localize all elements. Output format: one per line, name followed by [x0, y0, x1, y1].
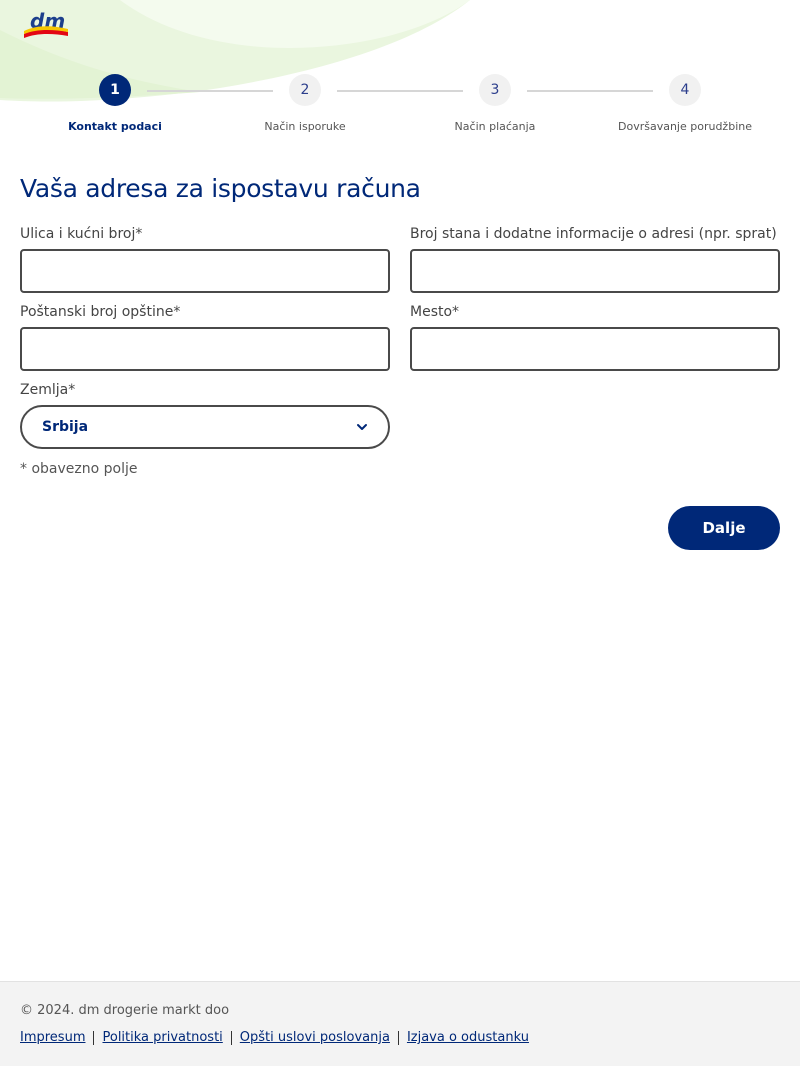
city-label: Mesto* — [410, 304, 460, 320]
link-separator — [397, 1030, 399, 1045]
country-selected-value: Srbija — [42, 419, 89, 435]
step-contact[interactable]: 1 Kontakt podaci — [25, 74, 205, 133]
footer-link-impressum[interactable]: Impresum — [20, 1030, 85, 1045]
country-label: Zemlja* — [20, 382, 76, 398]
checkout-page: dm 1 Kontakt podaci 2 Način isporuke 3 N… — [0, 0, 800, 1066]
step-number: 2 — [289, 74, 321, 106]
dm-logo[interactable]: dm — [22, 8, 70, 42]
street-label: Ulica i kućni broj* — [20, 226, 143, 242]
city-field-group: Mesto* — [410, 303, 780, 371]
step-payment: 3 Način plaćanja — [405, 74, 585, 133]
required-field-note: * obavezno polje — [20, 461, 138, 477]
apartment-field-group: Broj stana i dodatne informacije o adres… — [410, 225, 780, 293]
step-number: 1 — [99, 74, 131, 106]
step-label: Način plaćanja — [454, 120, 536, 133]
copyright-text: © 2024. dm drogerie markt doo — [20, 1003, 230, 1018]
country-select[interactable]: Srbija — [20, 405, 390, 449]
footer-links: Impresum Politika privatnosti Opšti uslo… — [20, 1030, 529, 1045]
chevron-down-icon — [357, 424, 367, 430]
city-input[interactable] — [410, 327, 780, 371]
step-label: Način isporuke — [264, 120, 346, 133]
postal-code-input[interactable] — [20, 327, 390, 371]
apartment-input[interactable] — [410, 249, 780, 293]
step-delivery: 2 Način isporuke — [215, 74, 395, 133]
next-button[interactable]: Dalje — [668, 506, 780, 550]
footer-link-privacy[interactable]: Politika privatnosti — [102, 1030, 222, 1045]
step-label: Kontakt podaci — [68, 120, 162, 133]
postal-code-field-group: Poštanski broj opštine* — [20, 303, 390, 371]
step-completion: 4 Dovršavanje porudžbine — [595, 74, 775, 133]
street-field-group: Ulica i kućni broj* — [20, 225, 390, 293]
footer-link-terms[interactable]: Opšti uslovi poslovanja — [240, 1030, 390, 1045]
footer-link-withdrawal[interactable]: Izjava o odustanku — [407, 1030, 529, 1045]
step-number: 4 — [669, 74, 701, 106]
step-number: 3 — [479, 74, 511, 106]
checkout-stepper: 1 Kontakt podaci 2 Način isporuke 3 Nači… — [0, 74, 800, 144]
country-field-group: Zemlja* Srbija — [20, 381, 390, 449]
link-separator — [93, 1030, 95, 1045]
footer: © 2024. dm drogerie markt doo Impresum P… — [0, 981, 800, 1066]
street-input[interactable] — [20, 249, 390, 293]
postal-code-label: Poštanski broj opštine* — [20, 304, 181, 320]
link-separator — [230, 1030, 232, 1045]
step-label: Dovršavanje porudžbine — [618, 120, 752, 133]
page-title: Vaša adresa za ispostavu računa — [20, 174, 421, 203]
apartment-label: Broj stana i dodatne informacije o adres… — [410, 226, 777, 242]
